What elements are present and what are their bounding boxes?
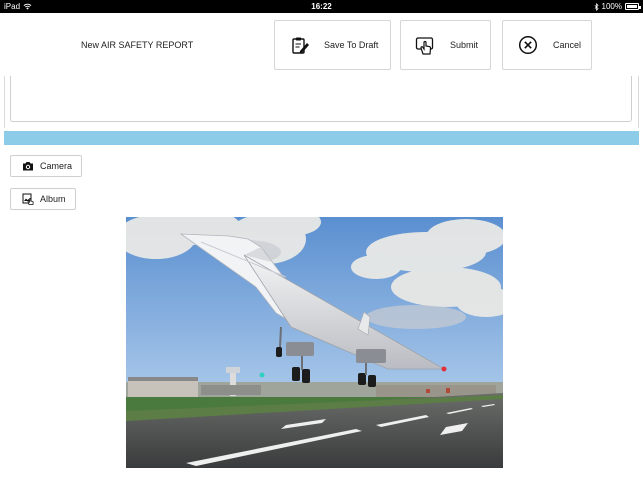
status-bar: iPad 16:22 100% xyxy=(0,0,643,13)
touch-submit-icon xyxy=(415,37,434,55)
status-right: 100% xyxy=(594,2,641,11)
status-time: 16:22 xyxy=(311,2,332,11)
album-icon xyxy=(22,193,34,205)
clipboard-edit-icon xyxy=(292,37,309,54)
close-circle-icon xyxy=(518,35,538,55)
save-to-draft-button[interactable]: Save To Draft xyxy=(274,20,391,70)
camera-button[interactable]: Camera xyxy=(10,155,82,177)
attached-photo[interactable] xyxy=(126,217,503,468)
camera-icon xyxy=(23,162,33,171)
screen: iPad 16:22 100% New AIR SAFETY REPORT Sa… xyxy=(0,0,643,482)
save-to-draft-label: Save To Draft xyxy=(324,40,379,50)
battery-icon xyxy=(625,3,641,10)
camera-label: Camera xyxy=(40,161,73,171)
description-textarea[interactable] xyxy=(10,76,632,122)
section-divider-bar xyxy=(4,131,639,145)
battery-percent: 100% xyxy=(601,2,622,11)
cancel-label: Cancel xyxy=(553,40,582,50)
cancel-button[interactable]: Cancel xyxy=(502,20,592,70)
submit-label: Submit xyxy=(450,40,479,50)
submit-button[interactable]: Submit xyxy=(400,20,491,70)
page-title: New AIR SAFETY REPORT xyxy=(81,40,194,50)
bluetooth-icon xyxy=(594,2,599,11)
album-button[interactable]: Album xyxy=(10,188,76,210)
report-header: New AIR SAFETY REPORT Save To Draft Subm… xyxy=(0,13,643,76)
album-label: Album xyxy=(40,194,66,204)
